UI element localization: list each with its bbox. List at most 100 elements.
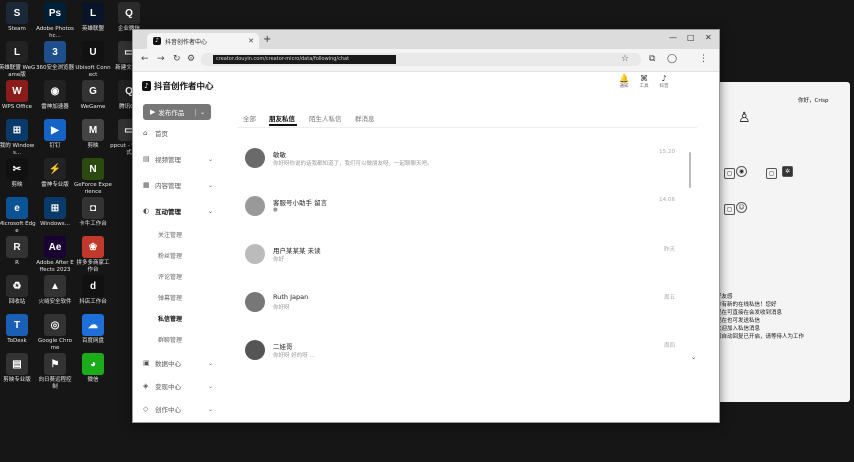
sidebar-subitem[interactable]: 评论管理: [158, 272, 182, 281]
url-text[interactable]: creator.douyin.com/creator-micro/data/fo…: [213, 55, 396, 64]
sidebar-item[interactable]: ▣ 数据中心 ⌄: [143, 358, 213, 368]
profile-icon[interactable]: ◯: [667, 54, 677, 64]
conversation-item[interactable]: 用户某某某 未读 你好 昨天: [245, 244, 675, 274]
sidebar-subitem[interactable]: 私信管理: [158, 314, 182, 323]
bg-icon-2[interactable]: ◉: [736, 166, 747, 177]
background-window[interactable]: 你好，Crisp ♙ ◻ ◉ ◻ ✲ ◻ ☺ 好友感 你有新的在线私信！您好 现…: [716, 82, 850, 402]
publish-button[interactable]: ▶ 发布作品 ⌄: [143, 104, 211, 120]
desktop-icon[interactable]: ◕ 微信: [74, 353, 112, 384]
bg-line: 你有新的在线私信！您好: [716, 302, 777, 308]
bg-icon-1[interactable]: ◻: [724, 168, 735, 179]
desktop-icon[interactable]: T ToDesk: [0, 314, 36, 345]
bg-icon-3[interactable]: ◻: [766, 168, 777, 179]
desktop-icon-label: 百度网盘: [81, 338, 104, 344]
desktop-icon[interactable]: d 抖店工作台: [74, 275, 112, 306]
extensions-icon[interactable]: ⧉: [649, 54, 655, 64]
app-icon: L: [6, 41, 28, 63]
nav-label: 互动管理: [155, 208, 181, 216]
conversation-item[interactable]: 敏敏 你好呀你说的话我都知道了，我们可以做朋友呀，一起聊聊天吧。 15:20: [245, 148, 675, 178]
sidebar-item[interactable]: ⌂ 首页: [143, 128, 213, 138]
close-button[interactable]: ✕: [705, 33, 712, 42]
sidebar-item[interactable]: ◐ 互动管理 ⌄: [143, 206, 213, 216]
desktop-icon[interactable]: e Microsoft Edge: [0, 197, 36, 235]
sidebar-subitem[interactable]: 弹幕管理: [158, 293, 182, 302]
desktop-icon[interactable]: ▶ 钉钉: [36, 119, 74, 150]
sidebar-item[interactable]: ◇ 创作中心 ⌄: [143, 404, 213, 414]
app-icon: ▤: [6, 353, 28, 375]
logo[interactable]: ♪ 抖音创作者中心: [142, 80, 214, 92]
conversation-time: 15:20: [659, 149, 675, 155]
sidebar-item[interactable]: ▦ 内容管理 ⌄: [143, 180, 213, 190]
bg-line: 现在也可发送私信: [716, 318, 761, 324]
desktop-icon[interactable]: 3 360安全浏览器: [36, 41, 74, 72]
desktop-icon[interactable]: ◎ Google Chrome: [36, 314, 74, 352]
desktop-icon[interactable]: ✂ 剪映: [0, 158, 36, 189]
app-icon: ◎: [44, 314, 66, 336]
conversation-item[interactable]: 二娃哥 你好呀 好的呀 ... 周四: [245, 340, 675, 370]
desktop-icon[interactable]: ☁ 百度网盘: [74, 314, 112, 345]
desktop-icon[interactable]: M 剪映: [74, 119, 112, 150]
reload-icon[interactable]: ↻: [173, 54, 181, 64]
desktop-icon[interactable]: RR: [0, 236, 36, 267]
desktop-icon[interactable]: G WeGame: [74, 80, 112, 111]
header-icon-label: 抖音: [659, 84, 669, 89]
sidebar-subitem[interactable]: 关注管理: [158, 230, 182, 239]
desktop-icon[interactable]: ◘ 卡牛工作台: [74, 197, 112, 228]
tab-friends[interactable]: 朋友私信: [269, 113, 295, 123]
desktop-icon[interactable]: ♻ 回收站: [0, 275, 36, 306]
sidebar-subitem[interactable]: 粉丝管理: [158, 251, 182, 260]
help-icon[interactable]: ⊙: [693, 422, 700, 423]
desktop-icon[interactable]: Ae Adobe After Effects 2023: [36, 236, 74, 274]
desktop-icon[interactable]: ⊞ 我的 Windows...: [0, 119, 36, 157]
nav-label: 视频管理: [155, 156, 181, 164]
new-tab-icon[interactable]: +: [263, 34, 271, 45]
bg-icon-6[interactable]: ☺: [736, 202, 747, 213]
scrollbar[interactable]: [689, 152, 691, 188]
desktop-icon[interactable]: ⚡ 雷神专业版: [36, 158, 74, 189]
conversation-item[interactable]: Ruth Japan 你好呀 周五: [245, 292, 675, 322]
forward-icon[interactable]: →: [157, 54, 165, 64]
minimize-button[interactable]: —: [669, 33, 677, 42]
desktop-icon[interactable]: ▲ 火绒安全软件: [36, 275, 74, 306]
bookmark-star-icon[interactable]: ☆: [621, 54, 629, 64]
menu-icon[interactable]: ⋮: [699, 54, 708, 64]
tab-groups[interactable]: 群消息: [355, 113, 375, 123]
desktop-icon[interactable]: U Ubisoft Connect: [74, 41, 112, 79]
desktop-icon[interactable]: W WPS Office: [0, 80, 36, 111]
tab-close-icon[interactable]: ✕: [248, 37, 254, 45]
chevron-down-icon[interactable]: ⌄: [194, 108, 205, 116]
conversation-item[interactable]: 客服号小助手 留言 ● 14:06: [245, 196, 675, 226]
conversation-time: 昨天: [663, 247, 675, 253]
desktop-icon-label: 卡牛工作台: [79, 221, 107, 227]
bg-icon-5[interactable]: ◻: [724, 204, 735, 215]
desktop-icon[interactable]: L 英雄联盟: [74, 2, 112, 33]
tab-all[interactable]: 全部: [243, 113, 256, 123]
desktop-icon[interactable]: Ps Adobe Photoshc...: [36, 2, 74, 40]
bg-icon-4[interactable]: ✲: [782, 166, 793, 177]
address-bar[interactable]: creator.douyin.com/creator-micro/data/fo…: [201, 53, 641, 66]
back-icon[interactable]: ←: [141, 54, 149, 64]
desktop-icon[interactable]: ⚑ 向日葵远程控制: [36, 353, 74, 391]
desktop-icon[interactable]: ▤ 剪映专业版: [0, 353, 36, 384]
site-info-icon[interactable]: ⚙: [187, 54, 195, 64]
nav-icon: ▤: [143, 155, 150, 163]
tiktok-icon[interactable]: ♪ 抖音: [655, 74, 673, 89]
browser-tab[interactable]: ♪ 抖音创作者中心 ✕: [147, 33, 259, 49]
tools-icon[interactable]: ⌘ 工具: [635, 74, 653, 89]
desktop-icon[interactable]: ❀ 拼多多商家工作台: [74, 236, 112, 274]
desktop-icon[interactable]: N GeForce Experience: [74, 158, 112, 196]
bell-icon[interactable]: 🔔 通知: [615, 74, 633, 89]
bg-user-text: 你好，Crisp: [798, 98, 829, 104]
maximize-button[interactable]: □: [687, 33, 695, 42]
sidebar-item[interactable]: ▤ 视频管理 ⌄: [143, 154, 213, 164]
scroll-down-icon[interactable]: ⌄: [691, 354, 696, 361]
sidebar-subitem[interactable]: 群聊管理: [158, 335, 182, 344]
desktop-icon[interactable]: L 英雄联盟 WeGame版: [0, 41, 36, 79]
sidebar-item[interactable]: ◈ 变现中心 ⌄: [143, 381, 213, 391]
logo-text: 抖音创作者中心: [154, 82, 214, 92]
desktop-icon[interactable]: ⊞ Windows...: [36, 197, 74, 228]
tab-strangers[interactable]: 陌生人私信: [309, 113, 342, 123]
chevron-down-icon: ⌄: [207, 359, 213, 367]
desktop-icon[interactable]: S Steam: [0, 2, 36, 33]
desktop-icon[interactable]: ◉ 雷神加速器: [36, 80, 74, 111]
